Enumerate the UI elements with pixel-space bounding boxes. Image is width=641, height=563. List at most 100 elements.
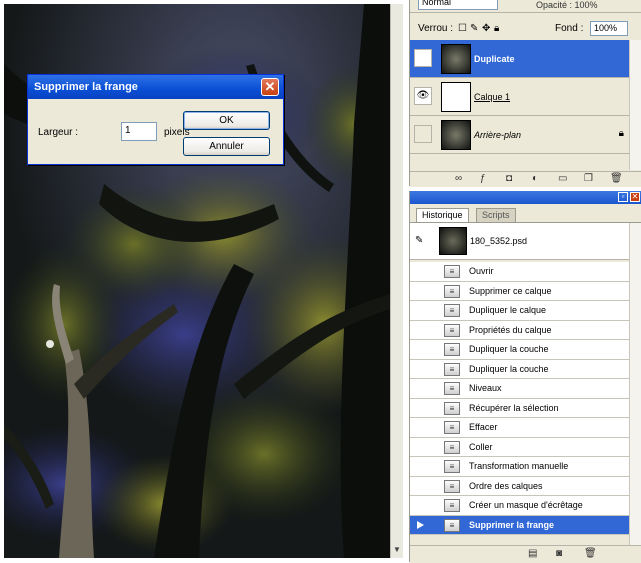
history-step-label: Ouvrir <box>469 266 494 276</box>
defringe-dialog: Supprimer la frange ✕ Largeur : 1 pixels… <box>27 74 284 165</box>
lock-label: Verrou : <box>418 23 454 34</box>
history-step-label: Dupliquer le calque <box>469 305 547 315</box>
scroll-down-icon[interactable]: ▼ <box>392 544 402 556</box>
history-step[interactable]: ≡ Supprimer la frange <box>410 515 632 535</box>
history-step-icon: ≡ <box>444 518 460 532</box>
tab-historique[interactable]: Historique <box>416 208 469 222</box>
history-step[interactable]: ≡ Ouvrir <box>410 262 632 282</box>
eye-icon[interactable]: 👁︎ <box>414 87 432 105</box>
layer-row-duplicate[interactable]: 👁︎ Duplicate <box>410 40 632 78</box>
folder-icon[interactable]: ▭ <box>558 173 567 184</box>
canvas-vertical-scrollbar[interactable]: ▼ <box>390 4 403 558</box>
lock-icon: 🔒︎ <box>618 128 624 139</box>
visibility-toggle[interactable] <box>414 125 432 143</box>
history-snapshot[interactable]: ✎ 180_5352.psd <box>410 223 632 260</box>
history-state-marker[interactable] <box>414 304 428 317</box>
history-step[interactable]: ≡ Supprimer ce calque <box>410 281 632 301</box>
history-state-marker[interactable] <box>414 421 428 434</box>
history-state-marker[interactable] <box>414 460 428 473</box>
history-step[interactable]: ≡ Coller <box>410 437 632 457</box>
mask-icon[interactable]: ◘ <box>506 173 512 184</box>
layer-name: Arrière-plan <box>474 130 522 140</box>
history-panel-caption[interactable]: ▫ ✕ <box>410 191 641 204</box>
lock-all-icon[interactable]: 🔒︎ <box>494 23 499 34</box>
dialog-titlebar[interactable]: Supprimer la frange ✕ <box>28 75 283 99</box>
history-scrollbar[interactable] <box>629 223 641 546</box>
lock-position-icon[interactable]: ✥ <box>482 23 490 34</box>
opacity-field[interactable]: Opacité : 100% <box>536 0 598 10</box>
history-step[interactable]: ≡ Dupliquer le calque <box>410 301 632 321</box>
history-state-marker[interactable] <box>414 285 428 298</box>
history-step-icon: ≡ <box>444 401 460 415</box>
fill-input[interactable]: 100% <box>590 21 628 36</box>
link-icon[interactable]: ∞ <box>455 173 462 184</box>
lock-row: Verrou : ☐ ✎ ✥ 🔒︎ Fond : 100% <box>410 18 641 40</box>
history-step[interactable]: ≡ Dupliquer la couche <box>410 359 632 379</box>
history-step[interactable]: ≡ Récupérer la sélection <box>410 398 632 418</box>
history-step-label: Propriétés du calque <box>469 324 552 335</box>
history-state-marker[interactable] <box>414 265 428 278</box>
layer-row-background[interactable]: Arrière-plan 🔒︎ <box>410 116 632 154</box>
history-step[interactable]: ≡ Transformation manuelle <box>410 457 632 477</box>
layer-thumbnail <box>441 44 471 74</box>
history-step[interactable]: ≡ Propriétés du calque <box>410 320 632 340</box>
history-step-label: Niveaux <box>469 383 502 393</box>
history-tabs: Historique Scripts <box>410 206 641 223</box>
history-step[interactable]: ≡ Niveaux <box>410 379 632 399</box>
layers-footer: ∞ ƒ ◘ ◐ ▭ ❐ 🗑︎ <box>410 171 641 187</box>
history-state-marker[interactable] <box>414 480 428 493</box>
layer-thumbnail <box>441 120 471 150</box>
history-panel: ▫ ✕ Historique Scripts ✎ 180_5352.psd ≡ O… <box>409 191 641 563</box>
blend-mode-select[interactable]: Normal <box>418 0 498 10</box>
eye-icon[interactable]: 👁︎ <box>414 49 432 67</box>
lock-pixels-icon[interactable]: ✎ <box>470 23 478 34</box>
snapshot-thumbnail <box>439 227 467 255</box>
history-state-marker[interactable] <box>414 363 428 376</box>
history-step-icon: ≡ <box>444 382 460 395</box>
tab-scripts[interactable]: Scripts <box>476 208 516 222</box>
layer-row-calque-1[interactable]: 👁︎ Calque 1 <box>410 78 632 116</box>
new-layer-icon[interactable]: ❐ <box>584 173 593 184</box>
adjustment-icon[interactable]: ◐ <box>532 173 538 184</box>
history-step-icon: ≡ <box>444 284 460 298</box>
new-snapshot-icon[interactable]: ◙ <box>556 548 562 559</box>
history-step[interactable]: ≡ Dupliquer la couche <box>410 340 632 360</box>
history-step[interactable]: ≡ Créer un masque d'écrêtage <box>410 496 632 516</box>
history-step[interactable]: ≡ Effacer <box>410 418 632 438</box>
history-step-icon: ≡ <box>444 421 460 434</box>
lock-transparency-icon[interactable]: ☐ <box>458 23 467 34</box>
history-state-marker[interactable] <box>414 519 428 532</box>
layers-scrollbar[interactable] <box>629 40 641 170</box>
history-step-icon: ≡ <box>444 440 460 454</box>
trash-icon[interactable]: 🗑︎ <box>610 173 623 184</box>
history-brush-icon[interactable]: ✎ <box>415 235 423 246</box>
snapshot-name: 180_5352.psd <box>470 236 528 246</box>
history-state-marker[interactable] <box>414 402 428 415</box>
close-icon[interactable]: ✕ <box>261 78 279 96</box>
history-state-marker[interactable] <box>414 324 428 337</box>
history-step-label: Supprimer la frange <box>469 519 555 530</box>
layers-panel: Normal Opacité : 100% Verrou : ☐ ✎ ✥ 🔒︎ … <box>409 0 641 187</box>
history-step-label: Effacer <box>469 422 498 432</box>
new-document-icon[interactable]: ▤ <box>528 548 537 559</box>
layer-style-icon[interactable]: ƒ <box>480 173 486 184</box>
history-state-marker[interactable] <box>414 499 428 512</box>
history-step-label: Ordre des calques <box>469 480 543 491</box>
close-icon[interactable]: ✕ <box>630 192 640 202</box>
history-state-marker[interactable] <box>414 441 428 454</box>
minimize-icon[interactable]: ▫ <box>618 192 628 202</box>
history-step-icon: ≡ <box>444 460 460 473</box>
history-state-marker[interactable] <box>414 343 428 356</box>
history-step-label: Dupliquer la couche <box>469 344 549 354</box>
history-step[interactable]: ≡ Ordre des calques <box>410 476 632 496</box>
dialog-title: Supprimer la frange <box>34 81 138 93</box>
history-step-label: Coller <box>469 441 493 452</box>
trash-icon[interactable]: 🗑︎ <box>584 548 597 559</box>
cancel-button[interactable]: Annuler <box>183 137 270 156</box>
layers-options-row: Normal Opacité : 100% <box>410 0 641 13</box>
history-step-label: Récupérer la sélection <box>469 402 559 413</box>
history-steps-list: ≡ Ouvrir ≡ Supprimer ce calque ≡ Dupliquer le… <box>410 262 632 535</box>
width-input[interactable]: 1 <box>121 122 157 141</box>
ok-button[interactable]: OK <box>183 111 270 130</box>
history-state-marker[interactable] <box>414 382 428 395</box>
